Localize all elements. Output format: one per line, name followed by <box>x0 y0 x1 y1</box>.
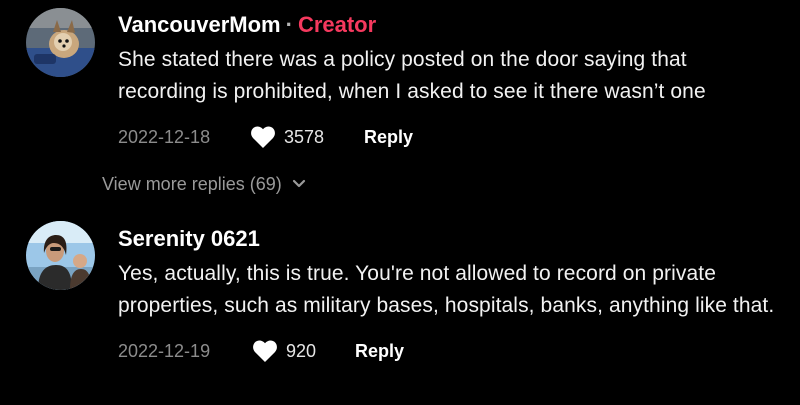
heart-icon <box>251 126 275 148</box>
comment-text: Yes, actually, this is true. You're not … <box>118 262 775 317</box>
reply-button[interactable]: Reply <box>355 336 404 366</box>
view-more-replies-label: View more replies (69) <box>102 174 282 194</box>
comment-text: She stated there was a policy posted on … <box>118 48 706 103</box>
like-count: 3578 <box>284 127 325 147</box>
comment-body: VancouverMom · Creator She stated there wa… <box>118 10 778 152</box>
comment-body: Serenity 0621 Yes, actually, this is tru… <box>118 224 778 366</box>
reply-button[interactable]: Reply <box>364 122 413 152</box>
person-photo-avatar-icon <box>26 221 95 290</box>
like-button[interactable]: 3578 <box>250 122 324 152</box>
username[interactable]: Serenity 0621 <box>118 226 260 251</box>
separator-dot: · <box>285 12 293 37</box>
avatar[interactable] <box>26 221 95 290</box>
comment-header: Serenity 0621 <box>118 224 778 254</box>
heart-icon <box>253 340 277 362</box>
comment-header: VancouverMom · Creator <box>118 10 778 40</box>
username[interactable]: VancouverMom <box>118 12 281 37</box>
comment-date: 2022-12-18 <box>118 127 211 147</box>
chevron-down-icon <box>292 179 305 188</box>
comment-date: 2022-12-19 <box>118 341 211 361</box>
like-count: 920 <box>286 341 317 361</box>
creator-badge: Creator <box>297 12 377 37</box>
like-button[interactable]: 920 <box>252 336 316 366</box>
view-more-replies-button[interactable]: View more replies (69) <box>102 170 306 198</box>
avatar[interactable] <box>26 8 95 77</box>
dog-photo-avatar-icon <box>26 8 95 77</box>
comment-meta: 2022-12-18 3578 Reply <box>118 122 778 152</box>
comment-meta: 2022-12-19 920 Reply <box>118 336 778 366</box>
